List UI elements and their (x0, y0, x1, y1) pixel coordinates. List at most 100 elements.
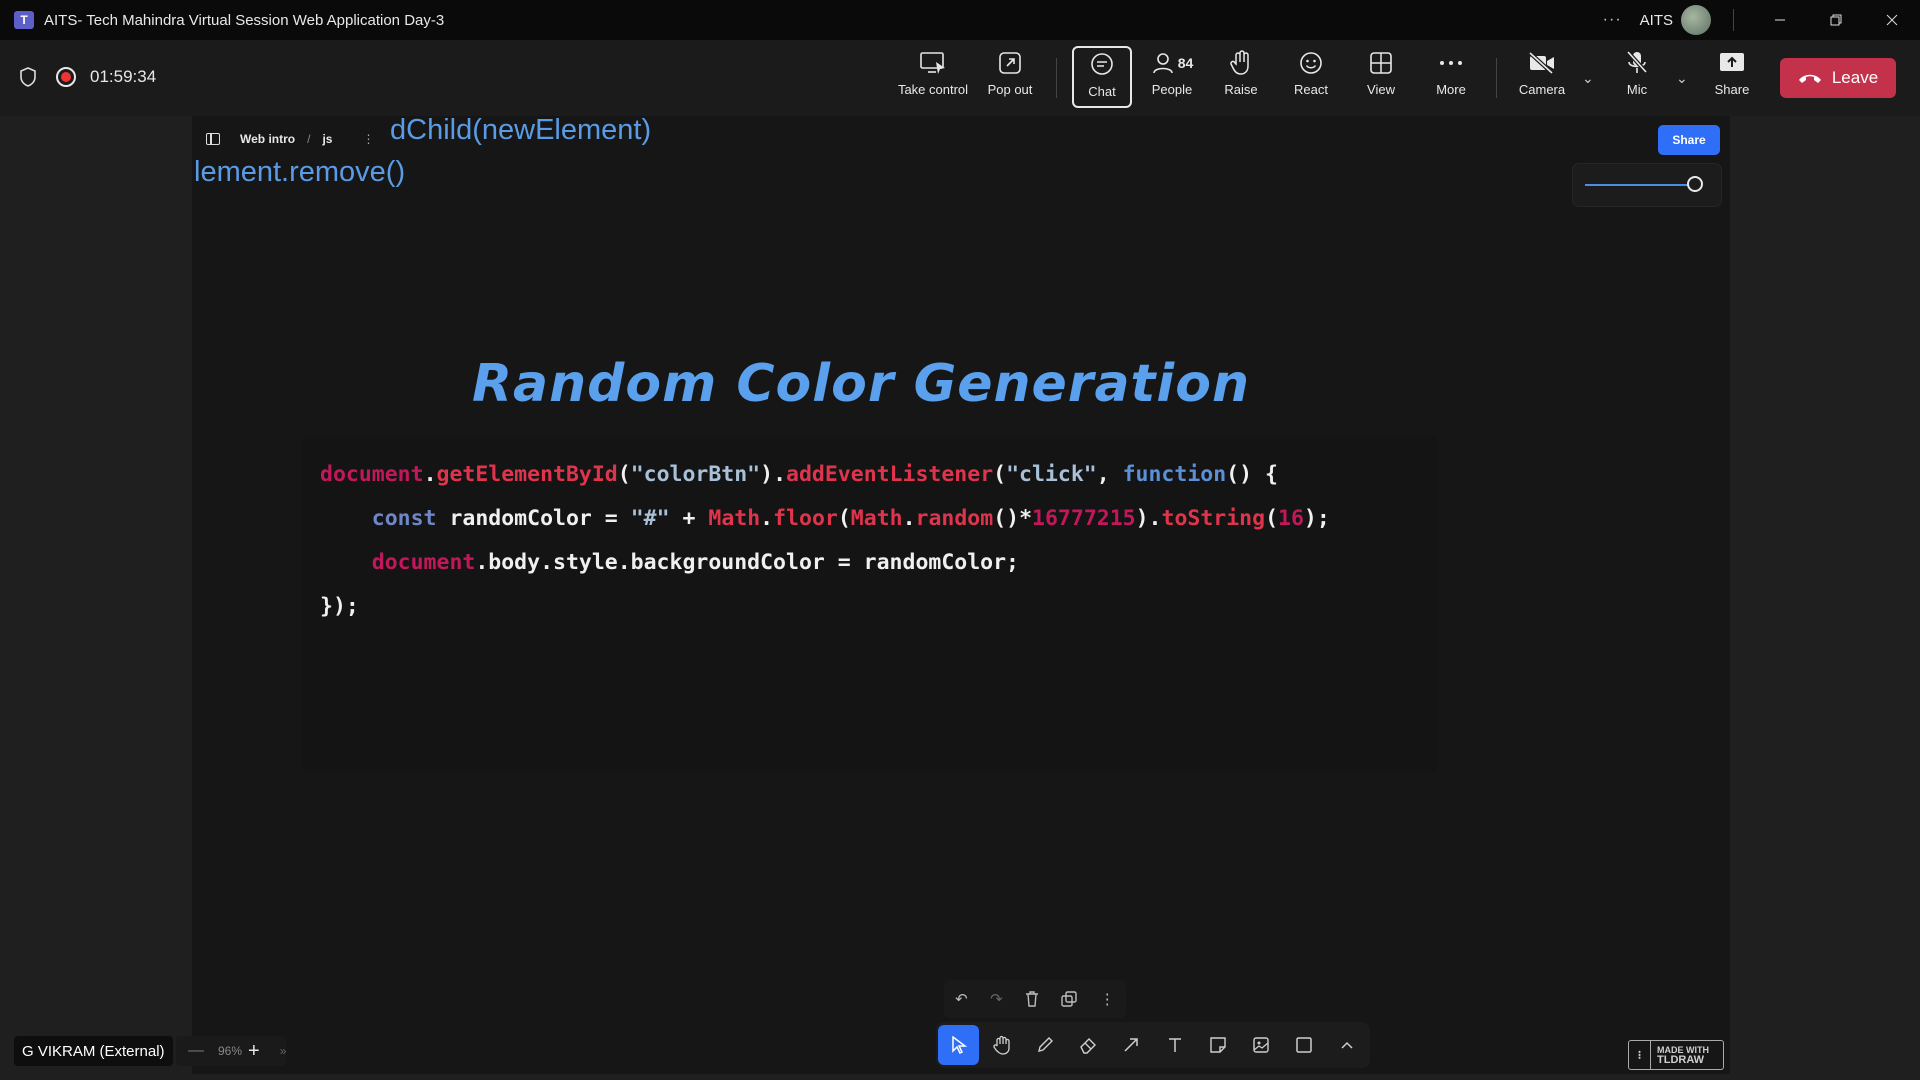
pop-out-icon (999, 52, 1021, 74)
eraser-icon (1080, 1038, 1097, 1054)
view-label: View (1367, 82, 1395, 97)
trash-icon[interactable] (1025, 991, 1039, 1007)
share-screen-icon (1720, 53, 1744, 71)
pop-out-button[interactable]: Pop out (982, 46, 1038, 108)
breadcrumb-item-js[interactable]: js (322, 132, 332, 146)
camera-button[interactable]: Camera (1512, 46, 1572, 108)
more-dots-icon (1440, 61, 1462, 65)
people-icon (1152, 53, 1173, 74)
undo-icon[interactable]: ↶ (955, 990, 968, 1008)
size-slider-track[interactable] (1585, 184, 1695, 186)
meeting-timer: 01:59:34 (90, 67, 157, 86)
text-icon (1168, 1038, 1181, 1052)
more-tools-button[interactable] (1327, 1025, 1368, 1065)
react-button[interactable]: React (1286, 46, 1336, 108)
camera-label: Camera (1518, 82, 1566, 97)
select-tool-button[interactable] (938, 1025, 980, 1065)
style-panel (1573, 164, 1721, 206)
redo-icon[interactable]: ↷ (990, 990, 1003, 1008)
zoom-out-button[interactable]: — (188, 1042, 204, 1060)
take-control-button[interactable]: Take control (896, 46, 970, 108)
view-button[interactable]: View (1356, 46, 1406, 108)
mic-button[interactable]: Mic (1612, 46, 1662, 108)
camera-options-chevron-down-icon[interactable]: ⌄ (1582, 70, 1594, 87)
leave-label: Leave (1831, 68, 1879, 87)
edit-actions-bar: ↶ ↷ ⋮ (944, 980, 1126, 1018)
smiley-icon (1300, 52, 1322, 74)
more-label: More (1436, 82, 1466, 97)
window-more-icon[interactable]: ··· (1603, 11, 1622, 29)
mic-off-icon (1626, 50, 1648, 74)
code-line-2: const randomColor = "#" + Math.floor(Mat… (371, 506, 1330, 531)
arrow-icon (1124, 1038, 1139, 1052)
made-with-tldraw-badge[interactable]: ⁝ MADE WITH TLDRAW (1628, 1040, 1724, 1070)
expand-icon[interactable]: » (280, 1044, 287, 1058)
react-label: React (1294, 82, 1328, 97)
arrow-tool-button[interactable] (1111, 1025, 1152, 1065)
mic-label: Mic (1626, 82, 1648, 97)
code-line-1: document.getElementById("colorBtn").addE… (320, 462, 1278, 487)
eraser-tool-button[interactable] (1068, 1025, 1109, 1065)
shield-icon (20, 67, 36, 87)
hand-tool-button[interactable] (981, 1025, 1022, 1065)
code-line-4: }); (320, 594, 359, 619)
breadcrumb-item-web-intro[interactable]: Web intro (240, 132, 295, 146)
code-fragment-remove: lement.remove() (194, 156, 406, 188)
more-actions-icon[interactable]: ⋮ (1100, 990, 1115, 1008)
page-menu-icon[interactable]: ⋮ (362, 132, 374, 146)
window-title-bar: T AITS- Tech Mahindra Virtual Session We… (0, 0, 1920, 40)
toolbar-divider (1056, 58, 1057, 98)
code-fragment-append-child: dChild(newElement) (390, 114, 652, 146)
note-tool-button[interactable] (1197, 1025, 1238, 1065)
pencil-icon (1038, 1037, 1053, 1052)
restore-button[interactable] (1808, 0, 1864, 40)
people-count: 84 (1177, 55, 1194, 71)
raise-hand-button[interactable]: Raise (1216, 46, 1266, 108)
meeting-toolbar: 01:59:34 Take control Pop out Chat 84 Pe… (0, 40, 1920, 116)
recording-icon (56, 67, 76, 87)
image-tool-button[interactable] (1240, 1025, 1281, 1065)
hand-icon (993, 1035, 1010, 1055)
pop-out-label: Pop out (987, 82, 1033, 97)
minimize-button[interactable] (1752, 0, 1808, 40)
share-label: Share (1714, 82, 1750, 97)
draw-tool-button[interactable] (1024, 1025, 1065, 1065)
zoom-in-button[interactable]: + (248, 1040, 260, 1063)
people-label: People (1151, 82, 1193, 97)
raise-label: Raise (1224, 82, 1258, 97)
code-block: document.getElementById("colorBtn").addE… (302, 436, 1438, 772)
more-button[interactable]: More (1426, 46, 1476, 108)
shared-screen-stage: Web intro / js ⋮ dChild(newElement) leme… (0, 114, 1920, 1080)
zoom-level[interactable]: 96% (218, 1044, 242, 1058)
tldraw-logo-icon: ⁝ (1629, 1041, 1651, 1069)
board-share-button[interactable]: Share (1658, 125, 1720, 155)
take-control-label: Take control (897, 82, 969, 97)
sidebar-toggle-icon[interactable] (206, 133, 220, 145)
share-screen-button[interactable]: Share (1706, 46, 1758, 108)
breadcrumb-separator: / (307, 132, 311, 146)
chat-icon (1091, 53, 1113, 75)
image-icon (1253, 1037, 1269, 1053)
profile-avatar[interactable] (1681, 5, 1711, 35)
leave-meeting-button[interactable]: Leave (1780, 58, 1896, 98)
sticky-note-icon (1210, 1037, 1226, 1053)
mic-options-chevron-down-icon[interactable]: ⌄ (1676, 70, 1688, 87)
teams-logo-icon: T (14, 11, 34, 29)
chat-button[interactable]: Chat (1072, 46, 1132, 108)
duplicate-icon[interactable] (1061, 991, 1078, 1007)
take-control-icon (920, 52, 945, 74)
rectangle-tool-button[interactable] (1284, 1025, 1325, 1065)
breadcrumb: Web intro / js ⋮ (206, 132, 374, 146)
whiteboard-canvas[interactable]: Web intro / js ⋮ dChild(newElement) leme… (192, 114, 1730, 1074)
badge-line-2: TLDRAW (1657, 1054, 1705, 1066)
phone-hangup-icon (1798, 74, 1821, 83)
text-tool-button[interactable] (1154, 1025, 1195, 1065)
size-slider-handle[interactable] (1687, 176, 1703, 192)
close-window-button[interactable] (1864, 0, 1920, 40)
window-title: AITS- Tech Mahindra Virtual Session Web … (44, 11, 445, 29)
cursor-icon (951, 1036, 967, 1054)
code-line-3: document.body.style.backgroundColor = ra… (371, 550, 1019, 575)
chat-label: Chat (1088, 84, 1116, 99)
org-name: AITS (1639, 11, 1673, 29)
people-button[interactable]: 84 People (1144, 46, 1200, 108)
